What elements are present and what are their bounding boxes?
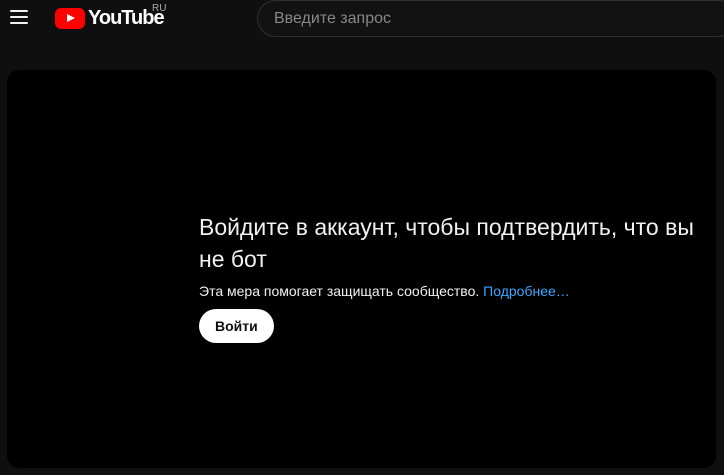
youtube-play-icon (55, 7, 85, 29)
menu-bar (10, 10, 28, 12)
bot-check-message: Войдите в аккаунт, чтобы подтвердить, чт… (199, 211, 709, 343)
search-box[interactable] (257, 0, 724, 37)
message-subtitle: Эта мера помогает защищать сообщество. П… (199, 283, 709, 299)
menu-bar (10, 16, 28, 18)
hamburger-menu-icon[interactable] (5, 3, 33, 31)
signin-button[interactable]: Войти (199, 309, 274, 343)
masthead: YouTube RU (0, 0, 724, 56)
youtube-logo[interactable]: YouTube (55, 7, 165, 29)
message-subtitle-text: Эта мера помогает защищать сообщество. (199, 283, 484, 299)
search-input[interactable] (274, 9, 724, 28)
menu-bar (10, 22, 28, 24)
country-code: RU (152, 3, 167, 14)
learn-more-link[interactable]: Подробнее… (483, 283, 570, 299)
message-title: Войдите в аккаунт, чтобы подтвердить, чт… (199, 214, 694, 272)
